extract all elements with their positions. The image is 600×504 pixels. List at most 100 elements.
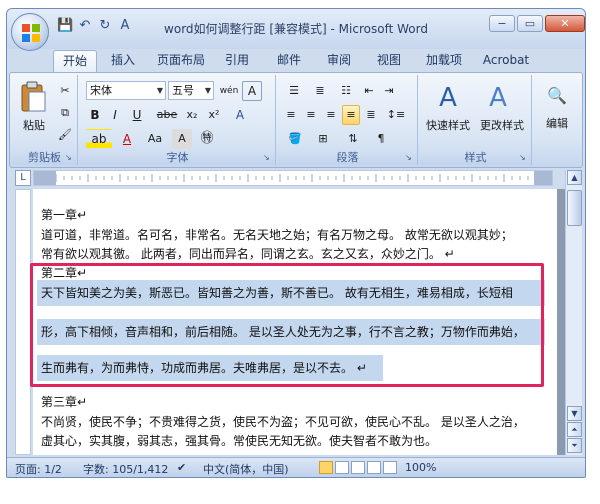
editing-button-label[interactable]: 编辑 <box>538 115 576 131</box>
styles-group-label: 样式 <box>420 150 531 165</box>
restore-button[interactable]: ▭ <box>517 15 543 32</box>
multilevel-list-icon[interactable]: ☷ <box>334 81 358 101</box>
highlight-color-icon[interactable]: ab <box>86 129 112 149</box>
proofing-icon[interactable]: ✔ <box>177 461 186 474</box>
title-bar: 💾 ↶ ↻ A word如何调整行距 [兼容模式] - Microsoft Wo… <box>7 9 585 51</box>
close-button[interactable]: ✕ <box>545 15 585 32</box>
tab-references[interactable]: 引用 <box>217 50 257 72</box>
change-case-button[interactable]: Aa <box>142 129 168 149</box>
font-size-select[interactable]: 五号 ▼ <box>168 81 214 100</box>
format-painter-icon[interactable]: 🖌 <box>56 125 74 145</box>
office-logo-icon <box>22 24 40 42</box>
next-page-icon[interactable]: ⏷ <box>567 438 582 453</box>
chevron-down-icon: ▼ <box>156 86 163 95</box>
superscript-button[interactable]: x² <box>204 105 224 125</box>
scroll-thumb[interactable] <box>567 190 582 226</box>
annotation-highlight-box <box>30 263 544 387</box>
language-indicator[interactable]: 中文(简体，中国) <box>203 461 289 477</box>
tab-selector[interactable]: L <box>15 170 31 186</box>
tab-page-layout[interactable]: 页面布局 <box>151 50 211 72</box>
vertical-ruler[interactable] <box>15 189 31 455</box>
word-window: 💾 ↶ ↻ A word如何调整行距 [兼容模式] - Microsoft Wo… <box>6 8 586 478</box>
scroll-up-icon[interactable]: ▲ <box>567 170 582 185</box>
align-left-icon[interactable]: ≡ <box>282 105 300 125</box>
decrease-indent-icon[interactable]: ⇤ <box>360 81 378 101</box>
zoom-level[interactable]: 100% <box>405 461 436 474</box>
vertical-scrollbar[interactable]: ▲ ▼ ⏶ ⏷ <box>565 170 582 455</box>
borders-icon[interactable]: ⊞ <box>310 129 336 149</box>
change-styles-icon[interactable]: A <box>478 81 518 115</box>
ruler-ticks <box>34 171 552 185</box>
font-size-value: 五号 <box>172 84 194 97</box>
tab-acrobat[interactable]: Acrobat <box>477 50 535 72</box>
print-layout-view-icon[interactable] <box>319 461 333 474</box>
subscript-button[interactable]: x₂ <box>182 105 202 125</box>
tab-mailings[interactable]: 邮件 <box>269 50 309 72</box>
justify-icon[interactable]: ≡ <box>342 105 360 125</box>
doc-line-3: 常有欲以观其徼。 此两者，同出而异名，同谓之玄。玄之又玄，众妙之门。 ↵ <box>41 247 455 261</box>
group-clipboard: 粘贴 ✂ ⧉ 🖌 剪贴板 ↘ <box>12 75 78 165</box>
find-icon[interactable]: 🔍 <box>544 81 570 111</box>
prev-page-icon[interactable]: ⏶ <box>567 422 582 437</box>
strikethrough-button[interactable]: abe <box>154 105 180 125</box>
clipboard-launcher-icon[interactable]: ↘ <box>65 153 75 163</box>
font-launcher-icon[interactable]: ↘ <box>263 153 273 163</box>
scroll-down-icon[interactable]: ▼ <box>567 406 582 421</box>
office-button[interactable] <box>11 13 49 51</box>
font-group-label: 字体 <box>80 150 275 165</box>
tab-addins[interactable]: 加载项 <box>419 50 469 72</box>
underline-button[interactable]: U <box>126 105 148 125</box>
paste-icon[interactable] <box>20 81 48 113</box>
minimize-button[interactable]: − <box>489 15 515 32</box>
tab-home[interactable]: 开始 <box>53 50 97 72</box>
italic-button[interactable]: I <box>106 105 124 125</box>
align-center-icon[interactable]: ≡ <box>302 105 320 125</box>
doc-line-9: 不尚贤，使民不争；不贵难得之货，使民不为盗；不见可欲，使民心不乱。 是以圣人之治… <box>41 415 525 429</box>
group-styles: A A 快速样式 更改样式 样式 ↘ <box>420 75 532 165</box>
clear-format-button[interactable]: A <box>230 105 250 125</box>
align-right-icon[interactable]: ≡ <box>322 105 340 125</box>
group-paragraph: ☰ ≣ ☷ ⇤ ⇥ ≡ ≡ ≡ ≡ ≣ ↕≡ 🪣 ⊞ ⇅ ¶ 段落 ↘ <box>278 75 418 165</box>
web-layout-view-icon[interactable] <box>351 461 365 474</box>
font-color-icon[interactable]: A <box>116 129 138 149</box>
draft-view-icon[interactable] <box>383 461 397 474</box>
line-spacing-icon[interactable]: ↕≡ <box>382 105 410 125</box>
group-editing: 🔍 编辑 <box>534 75 580 165</box>
distributed-icon[interactable]: ≣ <box>362 105 380 125</box>
outline-view-icon[interactable] <box>367 461 381 474</box>
word-count[interactable]: 字数: 105/1,412 <box>83 461 168 477</box>
doc-line-2: 道可道，非常道。名可名，非常名。无名天地之始；有名万物之母。 故常无欲以观其妙； <box>41 228 513 242</box>
shading-icon[interactable]: 🪣 <box>282 129 308 149</box>
tab-insert[interactable]: 插入 <box>103 50 143 72</box>
group-font: 宋体 ▼ 五号 ▼ wén A B I U abe x₂ x² A ab A Aa … <box>80 75 276 165</box>
ribbon: 粘贴 ✂ ⧉ 🖌 剪贴板 ↘ 宋体 ▼ 五号 ▼ wén A B I U abe x… <box>9 72 583 168</box>
paragraph-group-label: 段落 <box>278 150 417 165</box>
horizontal-ruler[interactable] <box>33 170 553 186</box>
quick-styles-icon[interactable]: A <box>428 81 468 115</box>
chevron-down-icon: ▼ <box>204 86 211 95</box>
styles-launcher-icon[interactable]: ↘ <box>519 153 529 163</box>
change-styles-label[interactable]: 更改样式 <box>474 117 530 133</box>
numbering-icon[interactable]: ≣ <box>308 81 332 101</box>
cut-icon[interactable]: ✂ <box>56 81 74 101</box>
paste-button-label[interactable]: 粘贴 <box>16 117 52 133</box>
tab-view[interactable]: 视图 <box>369 50 409 72</box>
character-border-button[interactable]: A <box>242 81 262 101</box>
character-shading-icon[interactable]: A <box>172 129 192 149</box>
paragraph-launcher-icon[interactable]: ↘ <box>405 153 415 163</box>
sort-icon[interactable]: ⇅ <box>340 129 366 149</box>
copy-icon[interactable]: ⧉ <box>56 103 74 123</box>
show-marks-icon[interactable]: ¶ <box>370 129 392 149</box>
doc-line-1: 第一章↵ <box>41 208 88 222</box>
page-indicator[interactable]: 页面: 1/2 <box>15 461 62 477</box>
status-bar: 页面: 1/2 字数: 105/1,412 ✔ 中文(简体，中国) 100% <box>7 457 585 477</box>
bullets-icon[interactable]: ☰ <box>282 81 306 101</box>
bold-button[interactable]: B <box>86 105 104 125</box>
phonetic-guide-button[interactable]: wén <box>218 81 240 101</box>
increase-indent-icon[interactable]: ⇥ <box>380 81 398 101</box>
full-screen-view-icon[interactable] <box>335 461 349 474</box>
font-family-select[interactable]: 宋体 ▼ <box>86 81 166 100</box>
tab-review[interactable]: 审阅 <box>319 50 359 72</box>
enclose-characters-icon[interactable]: ㊕ <box>196 129 218 149</box>
quick-styles-label[interactable]: 快速样式 <box>422 117 474 133</box>
